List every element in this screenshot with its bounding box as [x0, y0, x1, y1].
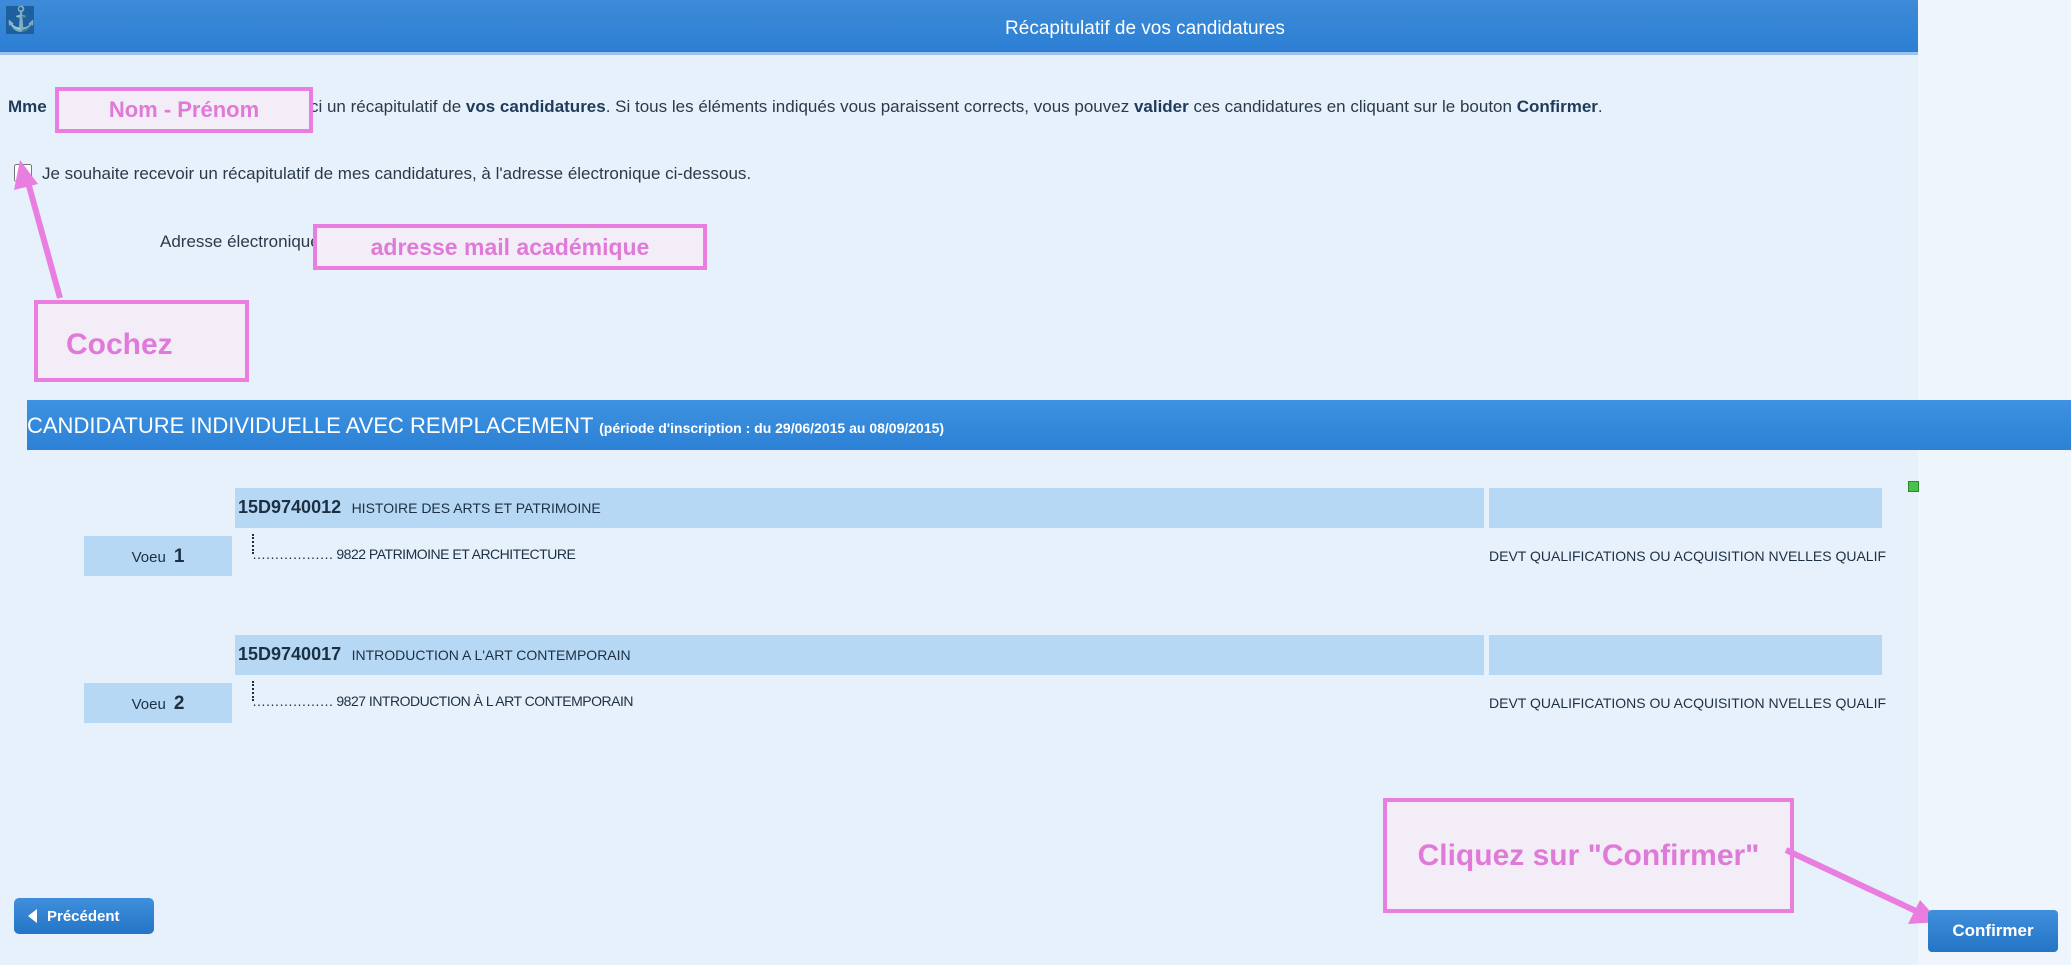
- section-period: (période d'inscription : du 29/06/2015 a…: [599, 420, 945, 436]
- wish-2-voeu-number: 2: [173, 693, 185, 714]
- confirm-button[interactable]: Confirmer: [1928, 910, 2058, 952]
- wish-1-formation: HISTOIRE DES ARTS ET PATRIMOINE: [351, 500, 601, 516]
- wish-2-voeu-badge[interactable]: Voeu 2: [84, 683, 232, 723]
- intro-text-1: oici un récapitulatif de: [296, 97, 466, 116]
- wish-2-code-line: 15D9740017 INTRODUCTION A L'ART CONTEMPO…: [238, 644, 631, 665]
- intro-valider: valider: [1133, 97, 1189, 116]
- wish-1-code-line: 15D9740012 HISTOIRE DES ARTS ET PATRIMOI…: [238, 497, 601, 518]
- section-title-text: CANDIDATURE INDIVIDUELLE AVEC REMPLACEME…: [27, 413, 594, 438]
- arrow-left-icon: [28, 908, 37, 923]
- right-margin: [1918, 0, 2071, 965]
- section-title: CANDIDATURE INDIVIDUELLE AVEC REMPLACEME…: [27, 400, 944, 450]
- wish-1-voeu-badge[interactable]: Voeu 1: [84, 536, 232, 576]
- wish-1-separator: [1484, 488, 1489, 528]
- cochez-arrow-icon: [14, 160, 63, 299]
- wish-1-voeu-number: 1: [173, 546, 185, 567]
- cliquez-annotation: Cliquez sur "Confirmer": [1383, 798, 1794, 913]
- intro-text-3: ces candidatures en cliquant sur le bout…: [1188, 97, 1517, 116]
- intro-vos-candidatures: vos candidatures: [465, 97, 606, 116]
- email-address-field[interactable]: adresse mail académique: [313, 224, 707, 270]
- wish-1-voeu-label: Voeu: [131, 549, 166, 566]
- wish-2-speciality: ……………… 9827 INTRODUCTION À L ART CONTEMP…: [252, 693, 633, 709]
- intro-confirmer: Confirmer: [1516, 97, 1598, 116]
- page-title: Récapitulatif de vos candidatures: [1005, 18, 1285, 39]
- wish-1-code: 15D9740012: [238, 497, 342, 517]
- wish-2-code: 15D9740017: [238, 644, 342, 664]
- wish-2-separator: [1484, 635, 1489, 675]
- intro-end: .: [1597, 97, 1603, 116]
- cochez-annotation: Cochez: [34, 300, 249, 382]
- previous-button-label: Précédent: [47, 907, 120, 925]
- confirm-arrow-icon: [1784, 847, 1940, 924]
- wish-2-voeu-label: Voeu: [131, 696, 166, 713]
- previous-button[interactable]: Précédent: [14, 898, 154, 934]
- intro-text-2: . Si tous les éléments indiqués vous par…: [605, 97, 1134, 116]
- wish-1-category: DEVT QUALIFICATIONS OU ACQUISITION NVELL…: [1489, 548, 1887, 564]
- status-marker-icon: [1908, 481, 1919, 492]
- wish-1-speciality: ……………… 9822 PATRIMOINE ET ARCHITECTURE: [252, 546, 576, 562]
- wish-2-formation: INTRODUCTION A L'ART CONTEMPORAIN: [351, 647, 631, 663]
- wish-2-category: DEVT QUALIFICATIONS OU ACQUISITION NVELL…: [1489, 695, 1887, 711]
